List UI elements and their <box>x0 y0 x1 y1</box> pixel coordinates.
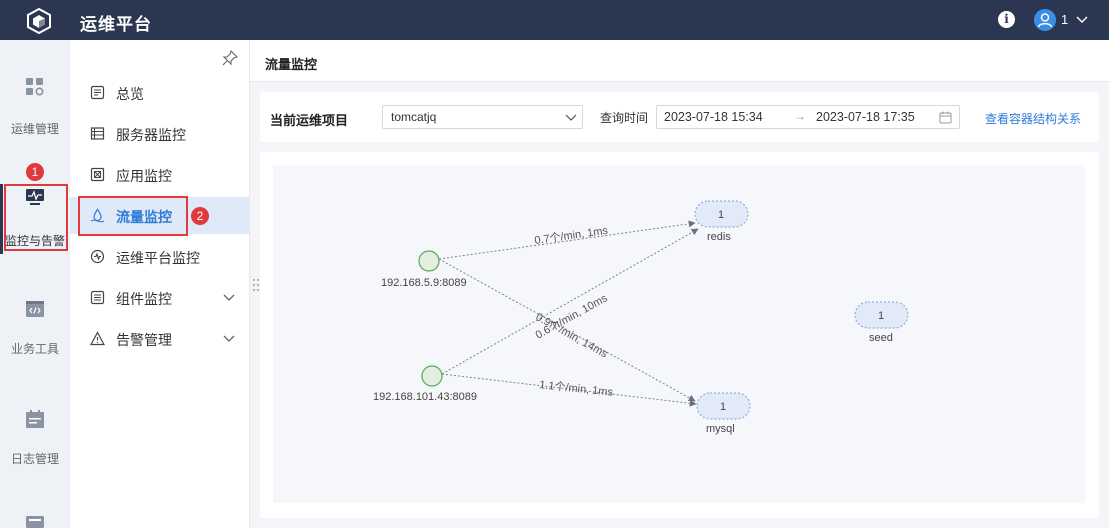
filter-bar: 当前运维项目 tomcatjq 查询时间 2023-07-18 15:34 → … <box>260 92 1099 142</box>
overview-icon <box>90 85 105 100</box>
node-label: 192.168.5.9:8089 <box>381 277 467 289</box>
project-select[interactable]: tomcatjq <box>382 105 583 129</box>
rail-item-log-management[interactable]: 日志管理 <box>0 408 70 468</box>
top-bar: 运维平台 i 1 <box>0 0 1109 40</box>
date-range-picker[interactable]: 2023-07-18 15:34 → 2023-07-18 17:35 <box>656 105 960 129</box>
graph-node-source[interactable] <box>421 365 443 387</box>
range-end-input[interactable]: 2023-07-18 17:35 <box>816 110 915 124</box>
node-count: 1 <box>720 401 726 413</box>
menu-item-label: 告警管理 <box>116 332 172 348</box>
calendar-icon <box>939 111 952 124</box>
range-separator: → <box>794 109 806 123</box>
query-time-label: 查询时间 <box>600 111 649 125</box>
primary-nav-rail: 运维管理 监控与告警 业务工具 日志管理 <box>0 40 70 528</box>
chevron-down-icon[interactable] <box>222 290 236 304</box>
page-title: 流量监控 <box>265 57 318 72</box>
view-container-structure-link[interactable]: 查看容器结构关系 <box>985 110 1081 127</box>
node-label: redis <box>707 231 731 243</box>
info-icon[interactable]: i <box>998 11 1015 28</box>
traffic-topology-graph[interactable]: 0.7个/min, 1ms 0.9个/min, 14ms 0.6个/min, 1… <box>273 165 1085 503</box>
page-header: 流量监控 <box>250 40 1109 82</box>
main-content: 流量监控 当前运维项目 tomcatjq 查询时间 2023-07-18 15:… <box>250 40 1109 528</box>
node-label: 192.168.101.43:8089 <box>373 391 477 403</box>
window-stack-icon[interactable] <box>24 514 46 528</box>
project-select-value: tomcatjq <box>391 110 437 124</box>
node-count: 1 <box>718 209 724 221</box>
traffic-graph-card: 0.7个/min, 1ms 0.9个/min, 14ms 0.6个/min, 1… <box>260 152 1099 518</box>
annotation-highlight-menu <box>78 196 188 236</box>
pin-icon[interactable] <box>222 50 238 66</box>
project-label: 当前运维项目 <box>270 113 349 128</box>
rail-item-business-tools[interactable]: 业务工具 <box>0 298 70 358</box>
edge-label: 0.7个/min, 1ms <box>534 224 610 247</box>
node-count: 1 <box>878 310 884 322</box>
annotation-highlight-rail <box>4 184 68 251</box>
alarm-icon <box>90 331 105 346</box>
calendar-log-icon <box>26 410 44 428</box>
server-list-icon <box>90 127 105 140</box>
app-monitor-icon <box>90 167 105 182</box>
rail-item-label: 业务工具 <box>10 342 59 356</box>
chevron-down-icon <box>565 114 577 121</box>
menu-item-component-monitoring[interactable]: 组件监控 <box>70 279 249 316</box>
menu-item-app-monitoring[interactable]: 应用监控 <box>70 156 249 193</box>
menu-item-platform-monitoring[interactable]: 运维平台监控 <box>70 238 249 275</box>
menu-item-alarm-management[interactable]: 告警管理 <box>70 320 249 357</box>
menu-item-label: 总览 <box>116 86 144 102</box>
menu-item-label: 运维平台监控 <box>116 250 200 266</box>
graph-node-source[interactable] <box>418 250 440 272</box>
node-label: mysql <box>706 423 735 435</box>
menu-item-label: 服务器监控 <box>116 127 186 143</box>
menu-item-label: 组件监控 <box>116 291 172 307</box>
annotation-badge: 1 <box>26 163 44 181</box>
chevron-down-icon[interactable] <box>222 331 236 345</box>
code-window-icon <box>26 301 44 317</box>
topology-svg: 0.7个/min, 1ms 0.9个/min, 14ms 0.6个/min, 1… <box>373 200 909 435</box>
edge-n2-redis <box>441 228 699 375</box>
menu-item-label: 应用监控 <box>116 168 172 184</box>
range-start-input[interactable]: 2023-07-18 15:34 <box>664 110 763 124</box>
secondary-nav-menu: 总览 服务器监控 应用监控 流量监控 运维平台监控 组件监控 告警管理 <box>70 40 250 528</box>
user-avatar-icon[interactable] <box>1034 9 1056 31</box>
user-name[interactable]: 1 <box>1061 12 1068 27</box>
menu-item-overview[interactable]: 总览 <box>70 74 249 111</box>
annotation-badge: 2 <box>191 207 209 225</box>
edge-label: 1.1个/min, 1ms <box>539 378 614 399</box>
rail-item-label: 日志管理 <box>10 452 59 466</box>
rail-item-label: 运维管理 <box>10 122 59 136</box>
chevron-down-icon[interactable] <box>1073 10 1091 28</box>
platform-monitor-icon <box>90 249 105 264</box>
rail-item-ops-management[interactable]: 运维管理 <box>0 76 70 136</box>
logo-icon <box>27 8 51 34</box>
grid-apps-icon <box>26 78 44 96</box>
app-title: 运维平台 <box>80 15 152 34</box>
menu-item-server-monitoring[interactable]: 服务器监控 <box>70 115 249 152</box>
node-label: seed <box>869 332 893 344</box>
component-icon <box>90 290 105 305</box>
